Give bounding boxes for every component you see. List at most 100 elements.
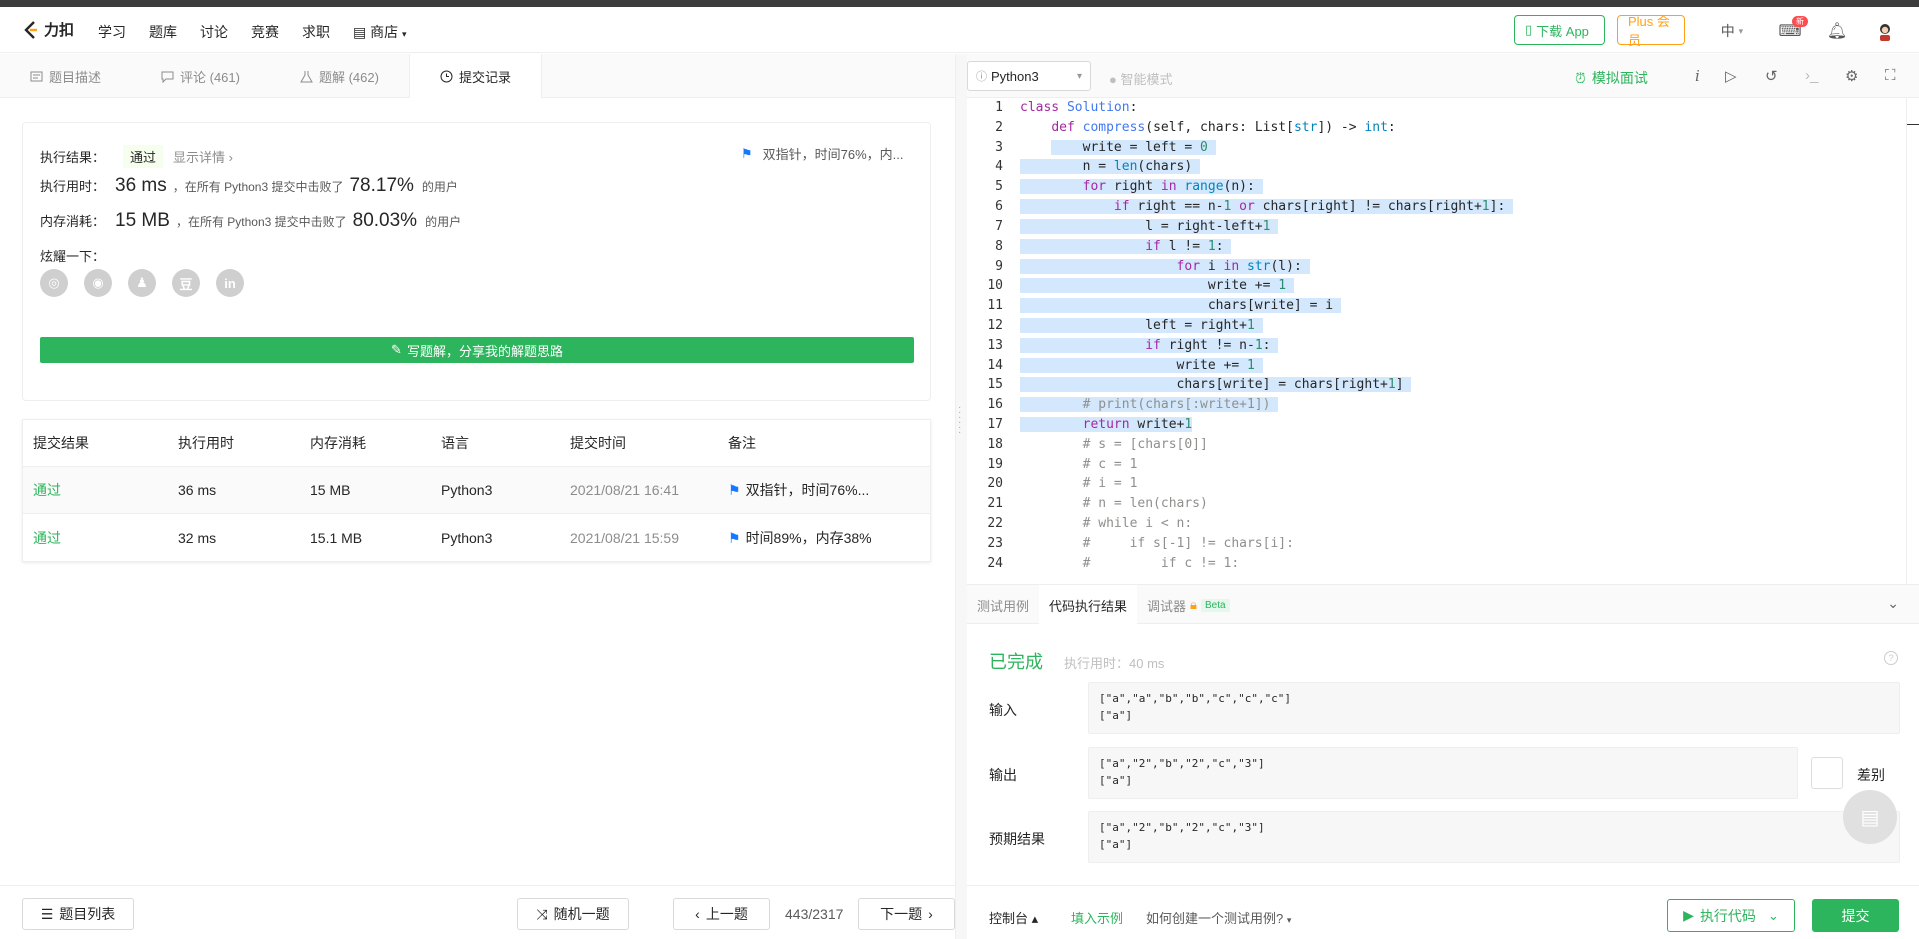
write-solution-label: 写题解，分享我的解题思路 [406, 343, 563, 359]
code-line: write += 1 [1020, 358, 1263, 373]
code-line: # s = [chars[0]] [1020, 437, 1208, 452]
console-toggle[interactable]: 控制台 ▴ [989, 908, 1038, 927]
nav-link-discuss[interactable]: 讨论 [200, 22, 228, 42]
show-details-link[interactable]: 显示详情 › [173, 147, 233, 166]
run-runtime: 执行用时：40 ms [1064, 656, 1165, 671]
code-line: return write+1 [1020, 417, 1193, 432]
fill-example-link[interactable]: 填入示例 [1071, 908, 1123, 927]
code-line: left = right+1 [1020, 318, 1263, 333]
row-submitted: 2021/08/21 15:59 [570, 529, 679, 546]
settings-icon[interactable]: ⚙ [1845, 67, 1858, 85]
row-submitted: 2021/08/21 16:41 [570, 482, 679, 498]
code-line: write = left = 0 [1020, 140, 1216, 155]
language-switch[interactable]: 中 ▾ [1712, 21, 1752, 41]
line-number: 1 [995, 100, 1003, 115]
notebook-icon[interactable]: ▤ [1843, 790, 1897, 844]
row-memory: 15.1 MB [310, 529, 363, 546]
qq-icon[interactable]: ♟ [128, 269, 156, 297]
share-label: 炫耀一下： [40, 249, 106, 264]
store-icon: ▤ [353, 24, 367, 40]
panel-resize-handle[interactable] [955, 54, 967, 939]
note-text: 双指针，时间76%，内... [762, 147, 904, 162]
download-app-button[interactable]: ▯ 下载 App [1514, 15, 1605, 45]
problem-list-label: 题目列表 [59, 906, 116, 922]
tab-solutions[interactable]: 题解 (462) [270, 54, 409, 98]
code-line: if right == n-1 or chars[right] != chars… [1020, 199, 1514, 214]
prev-problem-button[interactable]: ‹ 上一题 [673, 898, 770, 930]
nav-link-store[interactable]: ▤ 商店 ▾ [353, 22, 407, 42]
tab-description[interactable]: 题目描述 [0, 54, 131, 98]
avatar[interactable] [1874, 21, 1896, 43]
howto-testcase-link[interactable]: 如何创建一个测试用例? ▾ [1146, 908, 1291, 927]
expected-label: 预期结果 [989, 831, 1045, 847]
reset-icon[interactable]: ↺ [1765, 67, 1778, 85]
tab-debugger[interactable]: 调试器 🔒︎ Beta [1137, 585, 1240, 625]
nav-link-learn[interactable]: 学习 [98, 22, 126, 42]
tab-label: 评论 (461) [180, 69, 240, 85]
code-line: # i = 1 [1020, 476, 1138, 491]
run-code-button[interactable]: ▶ 执行代码 ⌄ [1667, 899, 1795, 932]
code-line: for right in range(n): [1020, 179, 1263, 194]
nav-link-jobs[interactable]: 求职 [302, 22, 330, 42]
code-editor[interactable]: 1 class Solution: 2 def compress(self, c… [967, 98, 1907, 584]
row-result[interactable]: 通过 [23, 480, 178, 500]
chevron-down-icon[interactable]: ⌄ [1887, 595, 1899, 612]
next-problem-button[interactable]: 下一题 › [858, 898, 955, 930]
row-result[interactable]: 通过 [23, 528, 178, 548]
table-row[interactable]: 通过 36 ms 15 MB Python3 2021/08/21 16:41 … [23, 467, 930, 514]
bell-icon[interactable]: 🔔︎ [1827, 21, 1847, 41]
problem-list-button[interactable]: ☰ 题目列表 [22, 898, 134, 930]
play-icon: ▶ [1683, 907, 1694, 923]
code-line: class Solution: [1020, 100, 1138, 115]
fullscreen-icon[interactable]: ⛶ [1885, 67, 1896, 84]
random-label: 随机一题 [553, 906, 610, 922]
run-status: 已完成 [989, 652, 1043, 672]
terminal-icon[interactable]: ›_ [1805, 67, 1818, 84]
tab-testcase[interactable]: 测试用例 [967, 585, 1039, 625]
code-line: # if s[-1] != chars[i]: [1020, 536, 1294, 551]
code-line: if l != 1: [1020, 239, 1232, 254]
submission-note[interactable]: ⚑ 双指针，时间76%，内... [741, 144, 904, 163]
runtime-row: 执行用时： 36 ms ，在所有 Python3 提交中击败了 78.17% 的… [40, 175, 458, 197]
output-value: ["a","2","b","2","c","3"] ["a"] [1088, 747, 1798, 799]
weibo-icon[interactable]: ◉ [84, 269, 112, 297]
line-number: 8 [995, 239, 1003, 254]
expected-value: ["a","2","b","2","c","3"] ["a"] [1088, 811, 1900, 863]
nav-link-contest[interactable]: 竞赛 [251, 22, 279, 42]
submit-button[interactable]: 提交 [1812, 899, 1899, 932]
plus-member-button[interactable]: Plus 会员 [1617, 14, 1685, 48]
linkedin-icon[interactable]: in [216, 269, 244, 297]
play-outline-icon[interactable]: ▷ [1725, 67, 1737, 85]
beta-badge: Beta [1200, 598, 1230, 612]
wechat-icon[interactable]: ◎ [40, 269, 68, 297]
tab-label: 题解 (462) [318, 69, 379, 85]
language-select[interactable]: ⓘ Python3 ▾ [967, 61, 1091, 91]
write-solution-button[interactable]: ✎ 写题解，分享我的解题思路 [40, 337, 914, 363]
language-value: Python3 [991, 68, 1039, 84]
tab-comments[interactable]: 评论 (461) [131, 54, 270, 98]
diff-toggle[interactable] [1811, 757, 1843, 789]
line-number: 7 [995, 219, 1003, 234]
leetcode-logo[interactable]: 力扣 [22, 19, 74, 40]
help-icon[interactable]: ? [1884, 651, 1898, 665]
tab-run-result[interactable]: 代码执行结果 [1039, 585, 1138, 625]
nav-link-problems[interactable]: 题库 [149, 22, 177, 42]
douban-icon[interactable]: 豆 [172, 269, 200, 297]
row-note[interactable]: ⚑ 双指针，时间76%... [728, 480, 930, 500]
random-problem-button[interactable]: ⤨ 随机一题 [517, 898, 629, 930]
line-number: 6 [995, 199, 1003, 214]
chevron-down-icon: ▾ [1738, 25, 1744, 36]
tab-submissions[interactable]: 提交记录 [408, 54, 542, 98]
store-label: 商店 [370, 24, 399, 40]
chevron-down-icon: ▾ [1286, 915, 1292, 925]
code-line: l = right-left+1 [1020, 219, 1279, 234]
smart-mode-toggle[interactable]: ● 智能模式 [1109, 69, 1173, 88]
editor-scrollbar[interactable] [1906, 98, 1919, 584]
mock-interview-button[interactable]: ⏰︎ 模拟面试 [1575, 68, 1648, 88]
table-row[interactable]: 通过 32 ms 15.1 MB Python3 2021/08/21 15:5… [23, 514, 930, 561]
line-number: 2 [995, 120, 1003, 135]
info-italic-icon[interactable]: i [1695, 67, 1700, 85]
code-line: def compress(self, chars: List[str]) -> … [1051, 120, 1396, 135]
row-note[interactable]: ⚑ 时间89%，内存38% [728, 528, 930, 548]
flask-icon [300, 70, 313, 82]
